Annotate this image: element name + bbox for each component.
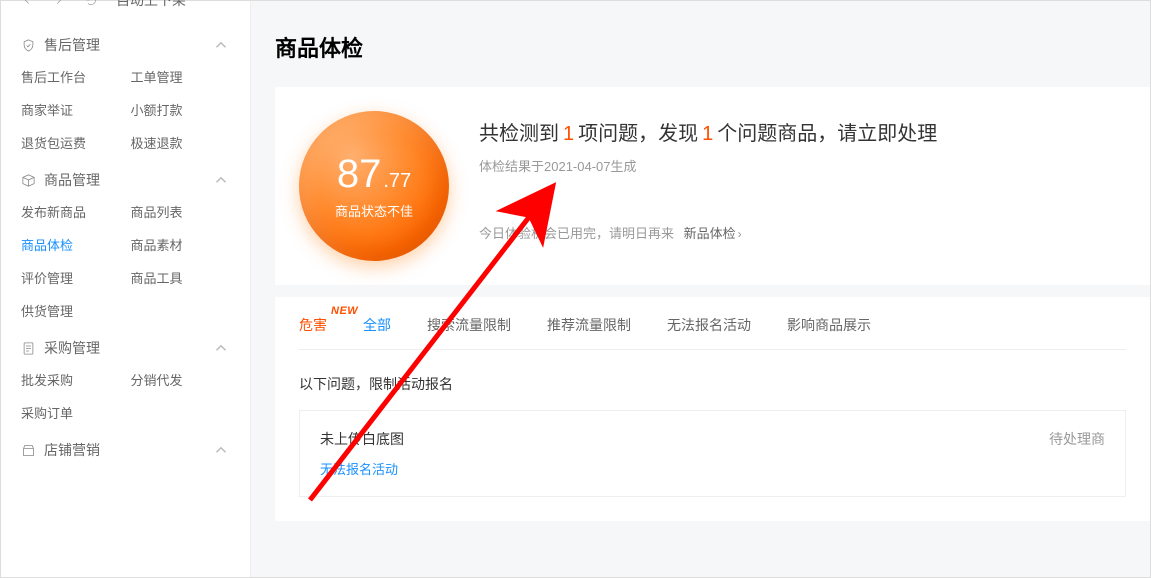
issues-heading: 以下问题，限制活动报名 [299, 374, 1126, 394]
sidebar-section-purchase: 采购管理 批发采购 分销代发 采购订单 [21, 338, 230, 422]
tab-display-affect[interactable]: 影响商品展示 [787, 315, 871, 345]
tab-no-activity[interactable]: 无法报名活动 [667, 315, 751, 345]
tab-all[interactable]: 全部 [363, 315, 391, 345]
score-dec: .77 [383, 170, 411, 193]
chevron-up-icon [212, 36, 230, 54]
shield-icon [21, 38, 36, 53]
tip-text: 今日体验机会已用完，请明日再来 [479, 226, 674, 241]
product-count: 1 [702, 123, 713, 145]
tab-row: 危害 NEW 全部 搜索流量限制 推荐流量限制 无法报名活动 影响商品展示 [299, 315, 1126, 350]
issue-tag-link[interactable]: 无法报名活动 [320, 459, 404, 478]
sidebar-item[interactable]: 工单管理 [131, 67, 231, 86]
sidebar-item-inspect[interactable]: 商品体检 [21, 235, 121, 254]
sidebar-item[interactable]: 批发采购 [21, 370, 121, 389]
store-icon [21, 443, 36, 458]
sidebar-item[interactable]: 商品工具 [131, 268, 231, 287]
top-nav: 自动上下架 [20, 0, 186, 10]
refresh-icon[interactable] [84, 0, 98, 7]
sidebar-item[interactable]: 分销代发 [131, 370, 231, 389]
page-title: 商品体检 [275, 31, 1150, 63]
score-int: 87 [337, 152, 382, 197]
sidebar-section-marketing: 店铺营销 [21, 440, 230, 460]
tab-search-limit[interactable]: 搜索流量限制 [427, 315, 511, 345]
file-icon [21, 341, 36, 356]
issues-card: 危害 NEW 全部 搜索流量限制 推荐流量限制 无法报名活动 影响商品展示 以下… [275, 297, 1150, 521]
sidebar-head-marketing[interactable]: 店铺营销 [21, 440, 230, 460]
forward-icon[interactable] [52, 0, 66, 7]
score-status: 商品状态不佳 [335, 201, 413, 220]
issue-status: 待处理商 [1049, 429, 1105, 449]
sidebar-item[interactable]: 商品列表 [131, 202, 231, 221]
sidebar-item[interactable]: 发布新商品 [21, 202, 121, 221]
sidebar-item[interactable]: 商品素材 [131, 235, 231, 254]
sidebar-head-purchase[interactable]: 采购管理 [21, 338, 230, 358]
sidebar-item[interactable]: 退货包运费 [21, 133, 121, 152]
tab-recommend-limit[interactable]: 推荐流量限制 [547, 315, 631, 345]
sidebar-item[interactable]: 极速退款 [131, 133, 231, 152]
sidebar-item[interactable]: 评价管理 [21, 268, 121, 287]
caret-right-icon: › [738, 227, 742, 241]
sidebar-item[interactable]: 供货管理 [21, 301, 121, 320]
chevron-up-icon [212, 441, 230, 459]
issue-item: 未上传白底图 无法报名活动 待处理商 [299, 410, 1126, 497]
summary-card: 87 .77 商品状态不佳 共检测到1项问题，发现1个问题商品，请立即处理 体检… [275, 87, 1150, 285]
sidebar-item[interactable]: 采购订单 [21, 403, 121, 422]
sidebar-item[interactable]: 商家举证 [21, 100, 121, 119]
sidebar-item[interactable]: 小额打款 [131, 100, 231, 119]
new-badge: NEW [331, 305, 358, 317]
tab-danger[interactable]: 危害 NEW [299, 315, 327, 345]
chevron-up-icon [212, 171, 230, 189]
main-area: 商品体检 87 .77 商品状态不佳 共检测到1项问题，发现1个问题商品，请立即… [251, 1, 1150, 577]
box-icon [21, 173, 36, 188]
summary-date: 体检结果于2021-04-07生成 [479, 156, 1150, 175]
app-frame: 售后管理 售后工作台 工单管理 商家举证 小额打款 退货包运费 极速退款 商品管… [0, 0, 1151, 578]
chevron-up-icon [212, 339, 230, 357]
sidebar-section-product: 商品管理 发布新商品 商品列表 商品体检 商品素材 评价管理 商品工具 供货管理 [21, 170, 230, 320]
sidebar-item[interactable]: 售后工作台 [21, 67, 121, 86]
issue-name: 未上传白底图 [320, 429, 404, 449]
issue-count: 1 [563, 123, 574, 145]
back-icon[interactable] [20, 0, 34, 7]
summary-text: 共检测到1项问题，发现1个问题商品，请立即处理 体检结果于2021-04-07生… [479, 111, 1150, 242]
sidebar-head-aftersale[interactable]: 售后管理 [21, 35, 230, 55]
sidebar-head-product[interactable]: 商品管理 [21, 170, 230, 190]
sidebar-section-aftersale: 售后管理 售后工作台 工单管理 商家举证 小额打款 退货包运费 极速退款 [21, 35, 230, 152]
breadcrumb-text: 自动上下架 [116, 0, 186, 10]
score-ball: 87 .77 商品状态不佳 [299, 111, 449, 261]
new-check-link[interactable]: 新品体检 [684, 226, 736, 241]
sidebar: 售后管理 售后工作台 工单管理 商家举证 小额打款 退货包运费 极速退款 商品管… [1, 1, 251, 577]
